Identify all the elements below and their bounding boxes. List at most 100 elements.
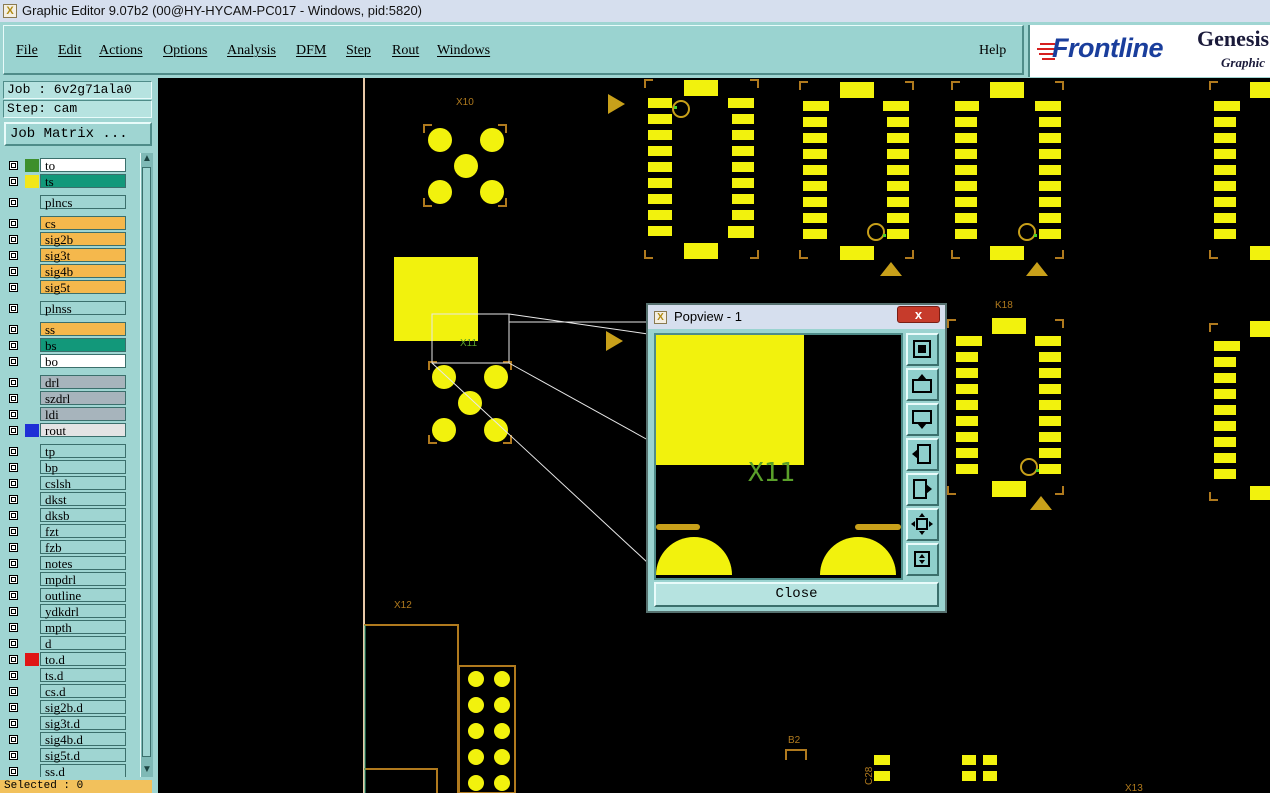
layer-color-swatch[interactable] [25,557,39,570]
layer-color-swatch[interactable] [25,621,39,634]
layer-checkbox[interactable] [9,161,18,170]
layer-checkbox[interactable] [9,447,18,456]
layer-label[interactable]: tp [40,444,126,459]
layer-label[interactable]: bp [40,460,126,475]
menu-step[interactable]: Step [346,43,371,59]
popview-close-icon[interactable]: x [897,306,940,323]
layer-checkbox[interactable] [9,283,18,292]
layer-row[interactable]: sig2b.d [7,700,127,715]
layer-row[interactable]: ts.d [7,668,127,683]
layer-color-swatch[interactable] [25,376,39,389]
layer-checkbox[interactable] [9,575,18,584]
layer-label[interactable]: bo [40,354,126,369]
pan-left-button[interactable] [906,438,939,471]
layer-row[interactable]: outline [7,588,127,603]
layer-checkbox[interactable] [9,687,18,696]
layer-label[interactable]: fzt [40,524,126,539]
layer-row[interactable]: ss.d [7,764,127,777]
layer-label[interactable]: fzb [40,540,126,555]
layer-color-swatch[interactable] [25,175,39,188]
layer-color-swatch[interactable] [25,408,39,421]
layer-checkbox[interactable] [9,623,18,632]
layer-row[interactable]: ydkdrl [7,604,127,619]
popview-zoom-drawing[interactable]: X11 [656,335,901,578]
layer-color-swatch[interactable] [25,717,39,730]
layer-checkbox[interactable] [9,378,18,387]
layer-color-swatch[interactable] [25,355,39,368]
layer-label[interactable]: sig4b.d [40,732,126,747]
layer-row[interactable]: sig4b [7,264,127,279]
layer-label[interactable]: ydkdrl [40,604,126,619]
layer-checkbox[interactable] [9,767,18,776]
layer-row[interactable]: plnss [7,301,127,316]
popview-title-bar[interactable]: X Popview - 1 x [648,305,945,329]
layer-checkbox[interactable] [9,198,18,207]
layer-checkbox[interactable] [9,304,18,313]
layer-row[interactable]: drl [7,375,127,390]
layer-checkbox[interactable] [9,325,18,334]
layer-checkbox[interactable] [9,235,18,244]
layer-row[interactable]: bp [7,460,127,475]
layer-checkbox[interactable] [9,495,18,504]
layer-label[interactable]: bs [40,338,126,353]
layer-checkbox[interactable] [9,719,18,728]
zoom-out-button[interactable] [906,543,939,576]
layer-color-swatch[interactable] [25,701,39,714]
layer-checkbox[interactable] [9,410,18,419]
layer-color-swatch[interactable] [25,233,39,246]
job-matrix-button[interactable]: Job Matrix ... [4,122,152,146]
popview-canvas[interactable]: X11 [654,333,903,580]
zoom-fit-button[interactable] [906,508,939,541]
layer-label[interactable]: mpdrl [40,572,126,587]
layer-row[interactable]: szdrl [7,391,127,406]
layer-label[interactable]: dkst [40,492,126,507]
layer-row[interactable]: fzb [7,540,127,555]
layer-row[interactable]: bo [7,354,127,369]
layer-color-swatch[interactable] [25,653,39,666]
layer-color-swatch[interactable] [25,159,39,172]
popview-close-button[interactable]: Close [654,582,939,607]
layer-color-swatch[interactable] [25,196,39,209]
layer-color-swatch[interactable] [25,493,39,506]
layer-row[interactable]: cslsh [7,476,127,491]
layer-label[interactable]: drl [40,375,126,390]
layer-color-swatch[interactable] [25,445,39,458]
pan-down-button[interactable] [906,403,939,436]
layer-label[interactable]: cs [40,216,126,231]
layer-label[interactable]: sig5t.d [40,748,126,763]
layer-checkbox[interactable] [9,511,18,520]
layer-checkbox[interactable] [9,639,18,648]
layer-checkbox[interactable] [9,341,18,350]
layer-row[interactable]: mpdrl [7,572,127,587]
layer-color-swatch[interactable] [25,281,39,294]
layer-row[interactable]: d [7,636,127,651]
layer-color-swatch[interactable] [25,765,39,777]
layer-label[interactable]: ts.d [40,668,126,683]
layer-checkbox[interactable] [9,177,18,186]
layer-label[interactable]: dksb [40,508,126,523]
layer-row[interactable]: ts [7,174,127,189]
layer-checkbox[interactable] [9,591,18,600]
popview-window[interactable]: X Popview - 1 x X11 Close [646,303,947,613]
layer-row[interactable]: plncs [7,195,127,210]
window-title-bar[interactable]: X Graphic Editor 9.07b2 (00@HY-HYCAM-PC0… [0,0,1270,23]
scroll-thumb[interactable] [142,167,151,757]
layer-color-swatch[interactable] [25,605,39,618]
layer-row[interactable]: sig2b [7,232,127,247]
layer-label[interactable]: to.d [40,652,126,667]
pan-up-button[interactable] [906,368,939,401]
layer-color-swatch[interactable] [25,733,39,746]
layer-row[interactable]: sig3t [7,248,127,263]
layer-checkbox[interactable] [9,251,18,260]
layer-label[interactable]: mpth [40,620,126,635]
layer-row[interactable]: ldi [7,407,127,422]
layer-checkbox[interactable] [9,655,18,664]
layer-label[interactable]: cs.d [40,684,126,699]
menu-edit[interactable]: Edit [58,43,81,59]
layer-label[interactable]: sig5t [40,280,126,295]
layer-color-swatch[interactable] [25,525,39,538]
menu-help[interactable]: Help [979,43,1006,59]
layer-color-swatch[interactable] [25,509,39,522]
layer-color-swatch[interactable] [25,302,39,315]
layer-row[interactable]: rout [7,423,127,438]
